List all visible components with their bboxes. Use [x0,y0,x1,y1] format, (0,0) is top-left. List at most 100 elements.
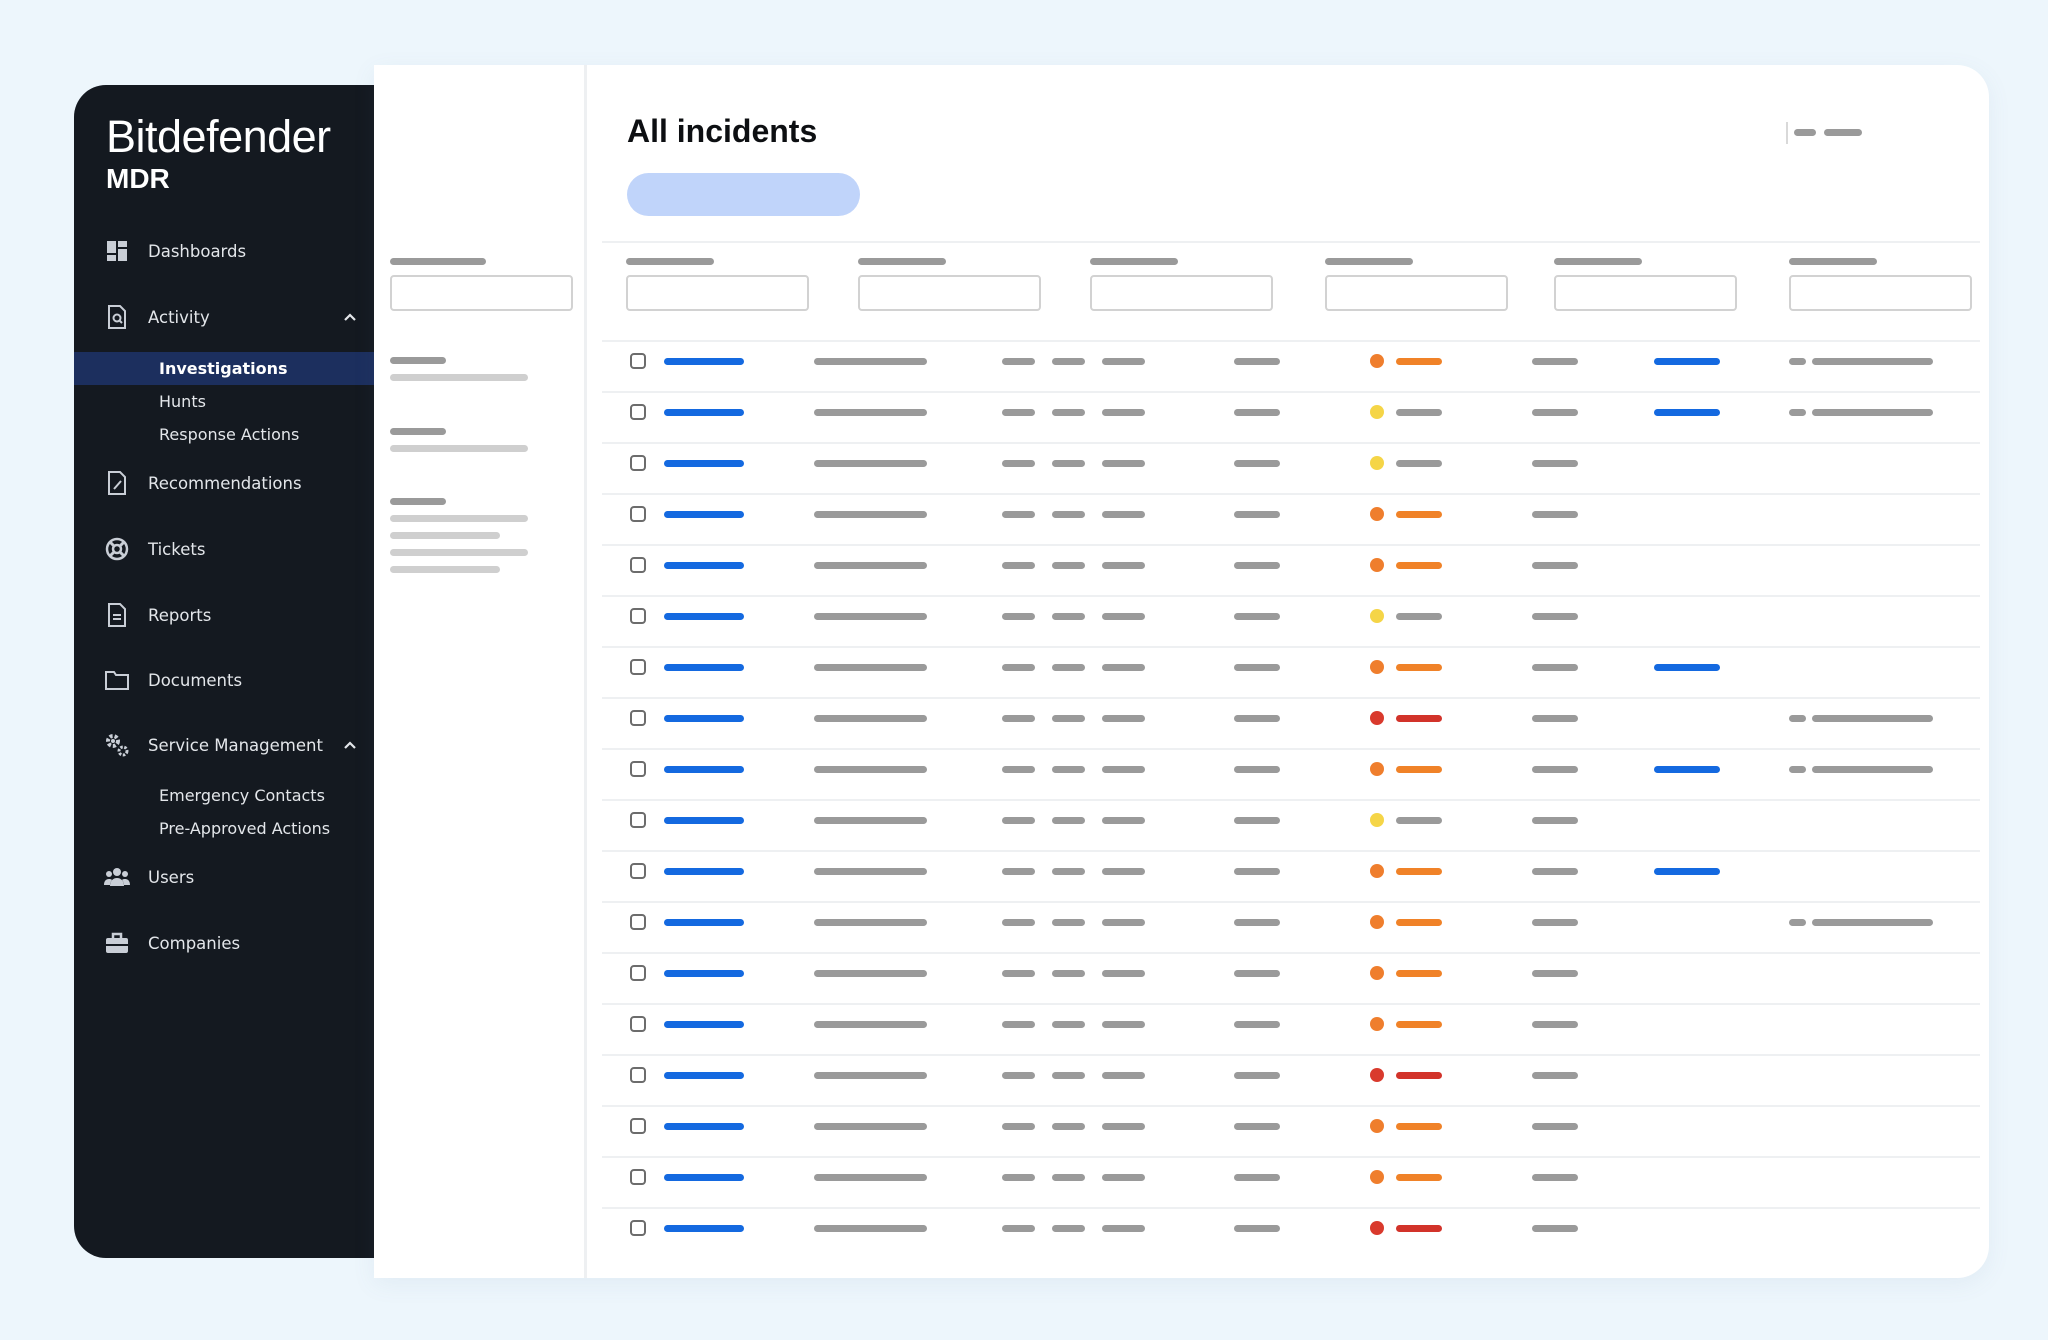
incident-id-link[interactable] [664,358,744,365]
incident-id-link[interactable] [664,460,744,467]
row-checkbox[interactable] [630,455,646,471]
table-cell [1532,1225,1578,1232]
row-checkbox[interactable] [630,608,646,624]
incident-id-link[interactable] [664,1123,744,1130]
row-checkbox[interactable] [630,761,646,777]
sidebar-subitem-hunts[interactable]: Hunts [74,385,374,418]
brand-logo[interactable]: Bitdefender MDR [106,113,331,196]
table-cell [1532,511,1578,518]
sidebar: Bitdefender MDR Dashboards Activity Inve… [74,85,394,1258]
sidebar-item-reports[interactable]: Reports [74,595,374,635]
sidebar-item-tickets[interactable]: Tickets [74,529,374,569]
toolbar-control[interactable] [1794,129,1816,136]
row-checkbox[interactable] [630,353,646,369]
filter-option[interactable] [390,445,528,452]
table-cell [1102,1072,1145,1079]
sidebar-item-documents[interactable]: Documents [74,660,374,700]
table-cell [1234,970,1280,977]
row-checkbox[interactable] [630,710,646,726]
incident-id-link[interactable] [664,664,744,671]
column-filter-input[interactable] [1789,275,1972,311]
table-cell [1102,358,1145,365]
row-checkbox[interactable] [630,914,646,930]
assignee-link[interactable] [1654,358,1720,365]
table-cell [1789,919,1806,926]
table-cell [1102,868,1145,875]
sidebar-item-activity[interactable]: Activity [74,297,374,337]
row-checkbox[interactable] [630,506,646,522]
sidebar-item-recommendations[interactable]: Recommendations [74,463,374,503]
table-cell [1052,1174,1085,1181]
sidebar-item-users[interactable]: Users [74,857,374,897]
column-filter-input[interactable] [1325,275,1508,311]
row-checkbox[interactable] [630,812,646,828]
sidebar-item-dashboards[interactable]: Dashboards [74,231,374,271]
row-checkbox[interactable] [630,659,646,675]
chevron-up-icon[interactable] [340,307,360,327]
table-cell [1002,358,1035,365]
severity-dot [1370,864,1384,878]
sidebar-subitem-pre-approved-actions[interactable]: Pre-Approved Actions [74,812,374,845]
row-checkbox[interactable] [630,404,646,420]
table-cell [1234,511,1280,518]
severity-dot [1370,456,1384,470]
table-cell [1234,1123,1280,1130]
sidebar-item-service-management[interactable]: Service Management [74,725,374,765]
column-filter-input[interactable] [858,275,1041,311]
sidebar-subitem-investigations[interactable]: Investigations [74,352,374,385]
incident-id-link[interactable] [664,562,744,569]
row-checkbox[interactable] [630,1169,646,1185]
incident-id-link[interactable] [664,1021,744,1028]
assignee-link[interactable] [1654,766,1720,773]
filter-option[interactable] [390,374,528,381]
filter-option[interactable] [390,549,528,556]
row-checkbox[interactable] [630,557,646,573]
table-row-divider [602,493,1980,495]
incident-id-link[interactable] [664,1174,744,1181]
row-checkbox[interactable] [630,1067,646,1083]
severity-label [1396,919,1442,926]
toolbar-control[interactable] [1824,129,1862,136]
primary-action-button[interactable] [627,173,860,216]
incident-id-link[interactable] [664,919,744,926]
row-checkbox[interactable] [630,965,646,981]
chevron-up-icon[interactable] [340,735,360,755]
incident-id-link[interactable] [664,1072,744,1079]
incident-id-link[interactable] [664,715,744,722]
filter-option[interactable] [390,532,500,539]
row-checkbox[interactable] [630,1016,646,1032]
sidebar-item-companies[interactable]: Companies [74,923,374,963]
table-cell [1532,1174,1578,1181]
column-filter-input[interactable] [1554,275,1737,311]
table-cell [1234,1072,1280,1079]
sidebar-item-label: Response Actions [159,425,300,444]
filter-option[interactable] [390,515,528,522]
incident-id-link[interactable] [664,511,744,518]
assignee-link[interactable] [1654,868,1720,875]
incident-id-link[interactable] [664,970,744,977]
table-cell [1812,919,1933,926]
severity-label [1396,1021,1442,1028]
filter-option[interactable] [390,566,500,573]
table-cell [1234,766,1280,773]
incident-id-link[interactable] [664,1225,744,1232]
column-filter-input[interactable] [1090,275,1273,311]
table-cell [1002,766,1035,773]
assignee-link[interactable] [1654,409,1720,416]
filter-input[interactable] [390,275,573,311]
table-cell [1532,358,1578,365]
assignee-link[interactable] [1654,664,1720,671]
column-filter-input[interactable] [626,275,809,311]
sidebar-subitem-response-actions[interactable]: Response Actions [74,418,374,451]
incident-id-link[interactable] [664,613,744,620]
incident-id-link[interactable] [664,868,744,875]
incident-id-link[interactable] [664,817,744,824]
sidebar-subitem-emergency-contacts[interactable]: Emergency Contacts [74,779,374,812]
table-cell [1234,868,1280,875]
row-checkbox[interactable] [630,1118,646,1134]
incident-id-link[interactable] [664,409,744,416]
sidebar-item-label: Reports [148,605,212,625]
incident-id-link[interactable] [664,766,744,773]
row-checkbox[interactable] [630,1220,646,1236]
row-checkbox[interactable] [630,863,646,879]
